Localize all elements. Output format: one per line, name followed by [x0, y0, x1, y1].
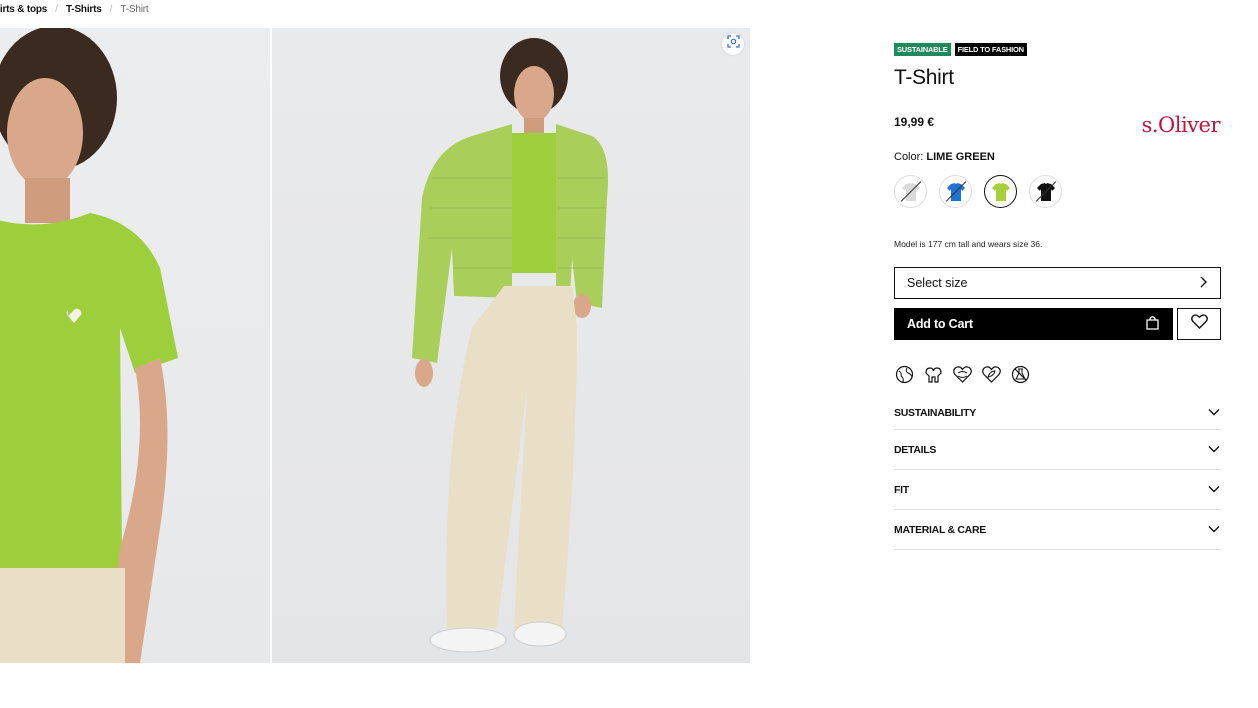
accordion-label: SUSTAINABILITY	[894, 406, 976, 419]
color-value: LIME GREEN	[926, 151, 995, 163]
accordion-label: DETAILS	[894, 443, 937, 456]
recycle-heart-icon[interactable]	[952, 364, 972, 384]
add-to-cart-button[interactable]: Add to Cart	[894, 308, 1173, 340]
globe-icon[interactable]	[894, 364, 914, 384]
breadcrumb-separator: /	[55, 4, 58, 15]
product-price: 19,99 €	[894, 115, 935, 129]
accordion-label: MATERIAL & CARE	[894, 523, 986, 536]
accordion-material-care[interactable]: MATERIAL & CARE	[894, 510, 1221, 550]
add-to-cart-label: Add to Cart	[907, 317, 973, 331]
swatch-lime-green[interactable]	[984, 175, 1017, 208]
price-row: 19,99 € s.Oliver	[894, 107, 1221, 137]
product-accordion: SUSTAINABILITY DETAILS FIT MATERIAL & CA…	[894, 396, 1221, 550]
size-select-label: Select size	[907, 276, 968, 290]
accordion-sustainability[interactable]: SUSTAINABILITY	[894, 396, 1221, 430]
accordion-fit[interactable]: FIT	[894, 470, 1221, 510]
tshirt-green-icon	[991, 182, 1010, 201]
accordion-details[interactable]: DETAILS	[894, 430, 1221, 470]
no-chemical-icon[interactable]	[1010, 364, 1030, 384]
wishlist-button[interactable]	[1177, 308, 1221, 340]
color-swatches	[894, 175, 1221, 208]
cart-row: Add to Cart	[894, 308, 1221, 340]
breadcrumb-item-current: T-Shirt	[120, 4, 149, 15]
full-model-illustration	[412, 38, 608, 653]
brand-logo[interactable]: s.Oliver	[1142, 113, 1221, 137]
breadcrumb-separator: /	[109, 4, 113, 15]
breadcrumb-item-tshirts[interactable]: T-Shirts	[66, 4, 102, 15]
breadcrumb-item-shirts-tops[interactable]: hirts & tops	[0, 4, 47, 15]
zoom-icon	[726, 35, 740, 53]
chevron-down-icon	[1208, 407, 1220, 419]
zoom-button[interactable]	[722, 33, 744, 55]
shopping-bag-icon	[1145, 315, 1160, 333]
leaf-heart-icon[interactable]	[981, 364, 1001, 384]
badge-field-to-fashion: FIELD TO FASHION	[954, 43, 1027, 56]
hands-icon[interactable]	[923, 364, 943, 384]
swatch-blue[interactable]	[939, 175, 972, 208]
product-info-panel: SUSTAINABLE FIELD TO FASHION T-Shirt 19,…	[894, 43, 1221, 550]
color-line: Color: LIME GREEN	[894, 151, 1221, 163]
closeup-model-illustration	[0, 28, 178, 663]
chevron-down-icon	[1208, 444, 1220, 456]
chevron-down-icon	[1208, 524, 1220, 536]
chevron-right-icon	[1198, 276, 1208, 291]
color-label: Color:	[894, 151, 927, 163]
model-size-note: Model is 177 cm tall and wears size 36.	[894, 239, 1043, 249]
sustainability-icons	[894, 364, 1221, 384]
swatch-grey[interactable]	[894, 175, 927, 208]
product-image-closeup[interactable]	[0, 28, 270, 663]
breadcrumb: hirts & tops / T-Shirts / T-Shirt	[0, 4, 149, 15]
product-gallery	[0, 28, 750, 663]
product-title: T-Shirt	[894, 66, 954, 89]
swatch-black[interactable]	[1029, 175, 1062, 208]
accordion-label: FIT	[894, 483, 909, 496]
heart-icon	[1190, 314, 1208, 334]
badge-sustainable: SUSTAINABLE	[894, 43, 951, 56]
chevron-down-icon	[1208, 484, 1220, 496]
product-image-full[interactable]	[272, 28, 750, 663]
size-select-button[interactable]: Select size	[894, 267, 1221, 299]
badge-row: SUSTAINABLE FIELD TO FASHION	[894, 43, 1221, 56]
